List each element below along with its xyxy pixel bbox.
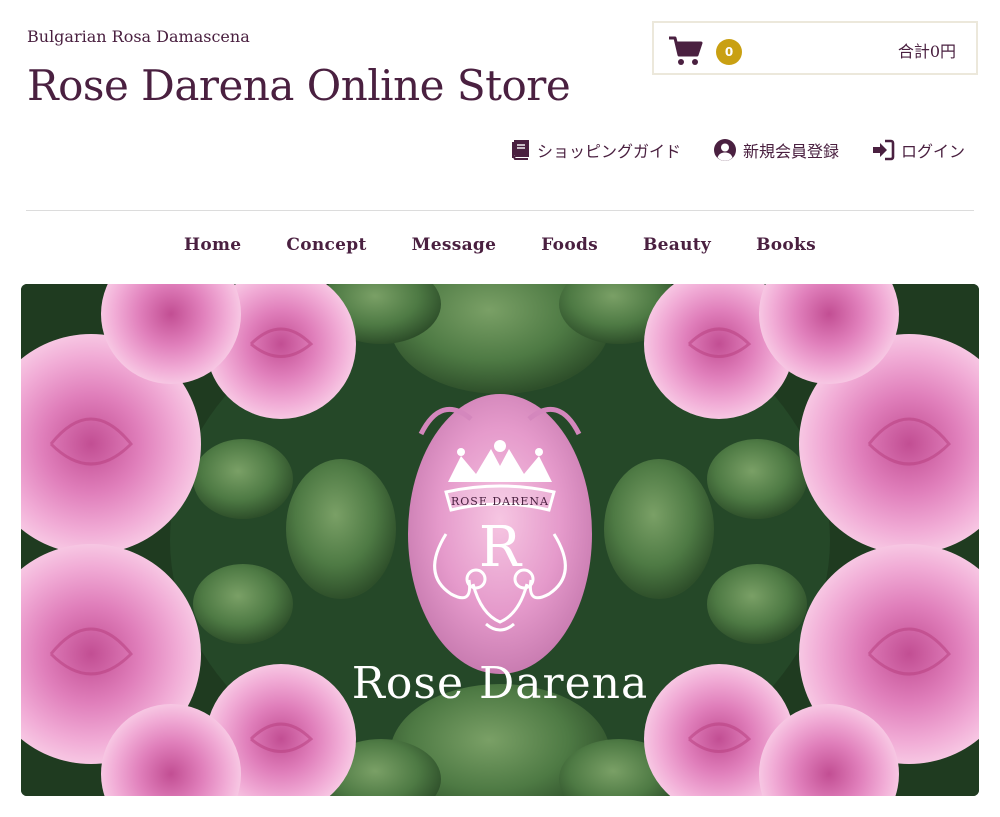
hero-image: ROSE DARENA R Rose Darena: [21, 284, 979, 796]
store-tagline: Bulgarian Rosa Damascena: [27, 27, 250, 46]
hero-brand-text: Rose Darena: [352, 658, 648, 709]
hero-banner[interactable]: ROSE DARENA R Rose Darena: [21, 284, 979, 796]
store-title[interactable]: Rose Darena Online Store: [27, 58, 571, 114]
nav-item-foods[interactable]: Foods: [541, 235, 598, 255]
utility-nav: ショッピングガイド 新規会員登録 ログイン: [509, 138, 965, 162]
nav-item-books[interactable]: Books: [756, 235, 816, 255]
nav-item-home[interactable]: Home: [184, 235, 241, 255]
shopping-guide-link[interactable]: ショッピングガイド: [509, 138, 681, 162]
nav-item-concept[interactable]: Concept: [286, 235, 366, 255]
sign-in-icon: [872, 139, 895, 161]
cart-summary[interactable]: 0 合計0円: [652, 21, 978, 75]
login-link[interactable]: ログイン: [871, 138, 965, 162]
shopping-guide-label: ショッピングガイド: [536, 142, 681, 161]
cart-total: 合計0円: [897, 42, 956, 61]
crest-monogram: R: [479, 515, 523, 580]
cart-count-badge: 0: [716, 39, 742, 65]
header-divider: [26, 210, 974, 211]
nav-item-message[interactable]: Message: [412, 235, 497, 255]
main-nav: Home Concept Message Foods Beauty Books: [0, 235, 1000, 255]
login-label: ログイン: [900, 142, 965, 161]
register-link[interactable]: 新規会員登録: [713, 138, 839, 162]
nav-item-beauty[interactable]: Beauty: [643, 235, 711, 255]
user-circle-icon: [713, 139, 736, 161]
page: Bulgarian Rosa Damascena Rose Darena Onl…: [0, 0, 1000, 817]
crest-ribbon-text: ROSE DARENA: [451, 495, 549, 508]
cart-icon: [669, 36, 703, 65]
register-label: 新規会員登録: [742, 142, 839, 161]
book-icon: [511, 140, 529, 160]
